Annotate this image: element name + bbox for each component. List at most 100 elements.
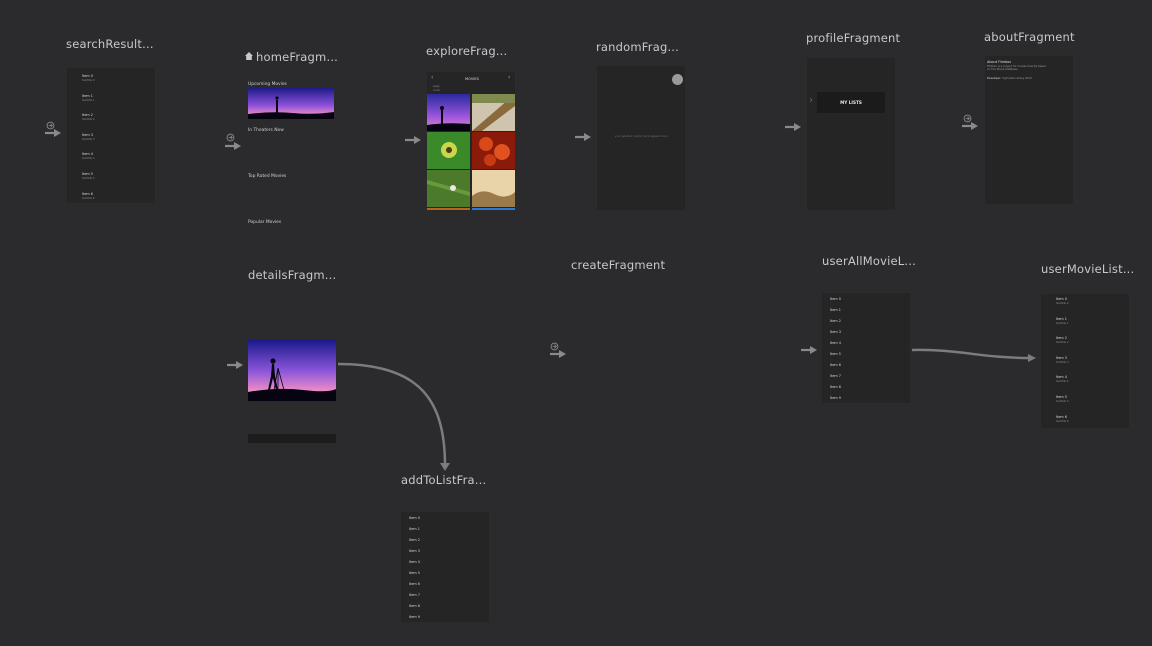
grid-tile-image[interactable] — [427, 170, 470, 207]
list-item[interactable]: Item 4 Subtitle 4 — [1056, 375, 1068, 383]
node-title-create[interactable]: createFragment — [571, 258, 665, 272]
list-item[interactable]: Item 2 — [409, 538, 420, 542]
list-item[interactable]: Item 6 Subtitle 6 — [82, 192, 94, 200]
list-item[interactable]: Item 0 Subtitle 0 — [82, 74, 94, 82]
node-title-random[interactable]: randomFrag... — [596, 40, 679, 54]
entry-arrow-icon — [550, 350, 566, 358]
list-item-label: Item 0 — [1056, 297, 1067, 301]
list-item[interactable]: Item 6 — [409, 582, 420, 586]
grid-tile-image[interactable] — [472, 94, 515, 131]
node-title-user-movie-list[interactable]: userMovieList... — [1041, 262, 1134, 276]
list-item[interactable]: Item 3 — [409, 549, 420, 553]
list-item[interactable]: Item 2 Subtitle 2 — [1056, 336, 1068, 344]
list-item[interactable]: Item 1 — [409, 527, 420, 531]
nested-graph-icon — [226, 133, 235, 142]
list-item[interactable]: Item 3 Subtitle 3 — [82, 133, 94, 141]
list-item[interactable]: Item 5 Subtitle 5 — [82, 172, 94, 180]
list-item[interactable]: Item 3 — [830, 330, 841, 334]
details-bottom-bar — [248, 434, 336, 443]
screen-user-all-movie-lists[interactable]: Item 0 Item 1 Item 2 Item 3 Item 4 Item 5 Item… — [822, 293, 910, 403]
list-item[interactable]: Item 8 — [830, 385, 841, 389]
list-item[interactable]: Item 7 — [830, 374, 841, 378]
list-item[interactable]: Item 7 — [409, 593, 420, 597]
node-title-add-to-list[interactable]: addToListFra... — [401, 473, 486, 487]
back-icon[interactable]: ‹ — [431, 74, 433, 81]
node-title-home[interactable]: homeFragm... — [256, 50, 338, 64]
list-item-subtitle: Subtitle 4 — [82, 157, 95, 161]
list-item[interactable]: Item 1 Subtitle 1 — [1056, 317, 1068, 325]
list-item-subtitle: Subtitle 2 — [82, 118, 95, 122]
random-body-text: your selected random pick appears here — [614, 135, 668, 138]
list-item-label: Item 1 — [82, 93, 93, 98]
list-item-label: Item 6 — [1056, 414, 1067, 419]
list-item[interactable]: Item 1 — [830, 308, 841, 312]
list-item-subtitle: Subtitle 5 — [1056, 400, 1069, 403]
list-item[interactable]: Item 3 Subtitle 3 — [1056, 356, 1068, 364]
list-item[interactable]: Item 4 Subtitle 4 — [82, 152, 94, 160]
about-developer-label: Developer: — [987, 77, 1002, 80]
list-item[interactable]: Item 9 — [830, 396, 841, 400]
node-title-about[interactable]: aboutFragment — [984, 30, 1075, 44]
list-item[interactable]: Item 8 — [409, 604, 420, 608]
section-heading: Upcoming Movies — [248, 82, 287, 87]
grid-tile-image[interactable] — [427, 132, 470, 169]
my-lists-button[interactable]: MY LISTS — [817, 92, 885, 113]
list-item[interactable]: Item 5 — [830, 352, 841, 356]
about-developer-value: Yigit Alkan Aksoy 2019 — [1002, 77, 1032, 80]
screen-about[interactable]: About Filmbox Filmbox is a project for m… — [985, 56, 1073, 204]
entry-arrow-icon — [575, 133, 591, 141]
about-body: Filmbox is a project for movies directly… — [987, 65, 1046, 72]
random-fab-button[interactable] — [672, 74, 683, 85]
list-item[interactable]: Item 5 — [409, 571, 420, 575]
list-item-subtitle: Subtitle 1 — [82, 98, 95, 102]
about-heading: About Filmbox — [987, 60, 1012, 64]
grid-tile-image[interactable] — [427, 208, 470, 210]
section-heading: Top Rated Movies — [248, 174, 287, 179]
list-item[interactable]: Item 0 Subtitle 0 — [1056, 297, 1068, 305]
screen-create[interactable] — [572, 282, 660, 434]
list-item[interactable]: Item 0 — [830, 297, 841, 301]
list-item[interactable]: Item 1 Subtitle 1 — [82, 94, 94, 102]
node-title-profile[interactable]: profileFragment — [806, 31, 900, 45]
screen-search-results[interactable]: Item 0 Subtitle 0 Item 1 Subtitle 1 Item 2 Su… — [67, 68, 155, 203]
list-item-subtitle: Subtitle 6 — [82, 196, 95, 200]
list-item[interactable]: Item 2 Subtitle 2 — [82, 113, 94, 121]
screen-random[interactable]: your selected random pick appears here — [597, 66, 685, 210]
explore-toolbar: ‹ MOVIES › — [427, 72, 515, 86]
screen-explore[interactable]: ‹ MOVIES › page cover — [427, 72, 515, 210]
entry-arrow-icon — [785, 123, 801, 131]
screen-details[interactable] — [248, 292, 336, 444]
grid-tile-image[interactable] — [472, 208, 515, 210]
list-item[interactable]: Item 2 — [830, 319, 841, 323]
list-item[interactable]: Item 5 Subtitle 5 — [1056, 395, 1068, 403]
list-item-label: Item 6 — [82, 191, 93, 196]
list-item[interactable]: Item 6 Subtitle 6 — [1056, 415, 1068, 423]
node-title-explore[interactable]: exploreFrag... — [426, 44, 507, 58]
section-heading: In Theaters Now — [248, 128, 284, 133]
grid-tile-image[interactable] — [472, 170, 515, 207]
screen-profile[interactable]: › MY LISTS — [807, 58, 895, 210]
list-item[interactable]: Item 4 — [830, 341, 841, 345]
list-item-subtitle: Subtitle 2 — [1056, 341, 1069, 345]
list-item[interactable]: Item 0 — [409, 516, 420, 520]
screen-home[interactable]: Upcoming Movies In Theaters Now Top Rate… — [248, 76, 336, 228]
node-title-user-all-movie-lists[interactable]: userAllMovieL... — [822, 254, 916, 268]
grid-tile-image[interactable] — [427, 94, 470, 131]
list-item[interactable]: Item 4 — [409, 560, 420, 564]
screen-add-to-list[interactable]: Item 0 Item 1 Item 2 Item 3 Item 4 Item 5 Item… — [401, 512, 489, 622]
list-item-subtitle: Subtitle 5 — [82, 177, 95, 180]
list-item[interactable]: Item 9 — [409, 615, 420, 619]
movie-backdrop-image — [248, 88, 334, 119]
grid-tile-image[interactable] — [472, 132, 515, 169]
list-item-label: Item 4 — [1056, 375, 1067, 380]
chevron-right-icon: › — [809, 95, 813, 106]
screen-user-movie-list[interactable]: Item 0 Subtitle 0 Item 1 Subtitle 1 Item 2 Su… — [1041, 294, 1129, 428]
my-lists-label: MY LISTS — [840, 100, 862, 105]
list-item[interactable]: Item 6 — [830, 363, 841, 367]
node-title-search-results[interactable]: searchResult... — [66, 37, 154, 51]
node-title-details[interactable]: detailsFragm... — [248, 268, 336, 282]
action-details-to-addtolist-head — [440, 463, 450, 471]
list-item-label: Item 1 — [1056, 316, 1067, 321]
forward-icon[interactable]: › — [508, 74, 510, 81]
entry-arrow-icon — [801, 346, 817, 354]
